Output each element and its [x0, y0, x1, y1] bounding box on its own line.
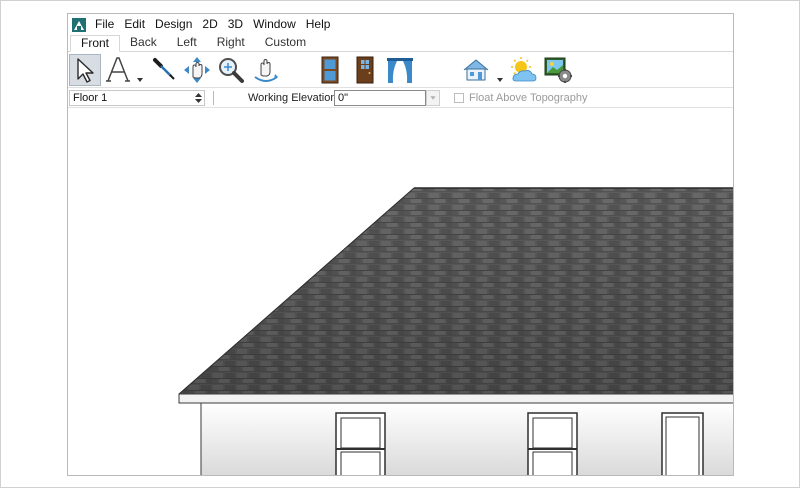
- window-right: [527, 412, 578, 475]
- elevation-view-canvas[interactable]: [68, 108, 733, 475]
- floor-select[interactable]: Floor 1: [69, 90, 205, 106]
- menu-bar: File Edit Design 2D 3D Window Help: [68, 14, 733, 35]
- tab-right[interactable]: Right: [207, 35, 255, 51]
- window-left: [335, 412, 386, 475]
- house-tool-dropdown-arrow-icon[interactable]: [497, 78, 503, 82]
- menu-window[interactable]: Window: [248, 14, 301, 35]
- tab-back[interactable]: Back: [120, 35, 167, 51]
- application-window: File Edit Design 2D 3D Window Help Front…: [67, 13, 734, 476]
- curtain-tool-button[interactable]: [384, 54, 416, 86]
- menu-2d[interactable]: 2D: [197, 14, 222, 35]
- house-elevation-drawing: [178, 187, 733, 475]
- sun-weather-icon: [511, 57, 537, 82]
- working-elevation-value: 0": [338, 92, 349, 104]
- zoom-icon: [219, 58, 244, 83]
- menu-edit[interactable]: Edit: [119, 14, 150, 35]
- eyedropper-button[interactable]: [148, 54, 180, 86]
- zoom-button[interactable]: [215, 54, 247, 86]
- orbit-hand-icon: [254, 58, 278, 82]
- pan-move-icon: [184, 57, 210, 83]
- float-above-topography-checkbox[interactable]: [454, 93, 464, 103]
- curtain-icon: [387, 58, 413, 83]
- window-icon: [321, 56, 339, 84]
- window-tool-button[interactable]: [314, 54, 346, 86]
- sun-weather-button[interactable]: [507, 54, 539, 86]
- door-icon: [356, 56, 374, 84]
- door-tool-button[interactable]: [349, 54, 381, 86]
- picture-settings-button[interactable]: [542, 54, 574, 86]
- menu-3d[interactable]: 3D: [223, 14, 248, 35]
- pan-move-button[interactable]: [181, 54, 213, 86]
- working-elevation-dropdown[interactable]: [426, 90, 440, 106]
- floor-select-value: Floor 1: [73, 92, 108, 104]
- eyedropper-icon: [153, 58, 175, 80]
- tab-left[interactable]: Left: [167, 35, 207, 51]
- select-objects-icon: [77, 58, 94, 83]
- tab-custom[interactable]: Custom: [255, 35, 316, 51]
- door: [661, 412, 704, 475]
- spinner-arrows-icon[interactable]: [195, 92, 202, 104]
- options-bar: Floor 1 Working Elevation: 0" Float Abov…: [68, 88, 733, 108]
- working-elevation-label: Working Elevation:: [248, 92, 340, 104]
- toolbar-separator: [213, 91, 214, 105]
- tab-front[interactable]: Front: [70, 35, 121, 52]
- house-icon: [463, 59, 489, 81]
- picture-settings-icon: [544, 57, 572, 83]
- menu-design[interactable]: Design: [150, 14, 197, 35]
- text-tool-icon: [106, 57, 130, 82]
- float-above-topography-label: Float Above Topography: [469, 92, 588, 104]
- text-tool-dropdown-arrow-icon[interactable]: [137, 78, 143, 82]
- chevron-down-icon: [430, 96, 436, 100]
- camera-tab-bar: Front Back Left Right Custom: [68, 35, 733, 52]
- house-wall: [200, 402, 733, 475]
- orbit-hand-button[interactable]: [250, 54, 282, 86]
- app-logo-icon: [72, 17, 86, 32]
- menu-file[interactable]: File: [90, 14, 119, 35]
- working-elevation-input[interactable]: 0": [334, 90, 426, 106]
- text-tool-button[interactable]: [102, 54, 134, 86]
- menu-help[interactable]: Help: [301, 14, 336, 35]
- roof: [178, 187, 733, 404]
- select-objects-button[interactable]: [69, 54, 101, 86]
- main-toolbar: [68, 52, 733, 88]
- house-tool-button[interactable]: [460, 54, 492, 86]
